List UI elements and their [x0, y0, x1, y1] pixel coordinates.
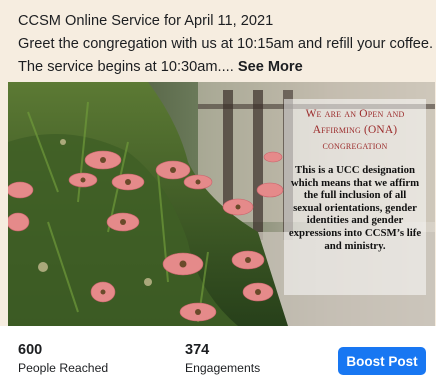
see-more-link[interactable]: See More [238, 59, 303, 75]
engagements-stat[interactable]: 374 Engagements [185, 342, 260, 376]
post-text-line-1: CCSM Online Service for April 11, 2021 [18, 13, 274, 29]
boost-post-button[interactable]: Boost Post [338, 347, 426, 375]
overlay-title-line-2: Affirming (ONA) [312, 124, 398, 136]
post-text-line-2: Greet the congregation with us at 10:15a… [18, 36, 434, 52]
overlay-title: We are an Open and Affirming (ONA) congr… [284, 106, 426, 154]
ona-overlay: We are an Open and Affirming (ONA) congr… [284, 99, 426, 295]
post-insights-bar: 600 People Reached 374 Engagements Boost… [0, 326, 436, 382]
post-text-line-3: The service begins at 10:30am.... See Mo… [18, 56, 428, 79]
people-reached-value: 600 [18, 342, 43, 358]
post-text: CCSM Online Service for April 11, 2021 G… [18, 10, 434, 79]
people-reached-stat[interactable]: 600 People Reached [18, 342, 108, 376]
engagements-value: 374 [185, 342, 210, 358]
people-reached-label: People Reached [18, 361, 109, 375]
post-text-line-3-text: The service begins at 10:30am.... [18, 59, 234, 75]
post-card: CCSM Online Service for April 11, 2021 G… [0, 0, 436, 382]
overlay-body: This is a UCC designation which means th… [288, 164, 422, 252]
engagements-label: Engagements [185, 361, 261, 375]
overlay-title-line-3: congregation [322, 140, 388, 152]
overlay-title-line-1: We are an Open and [305, 108, 405, 120]
